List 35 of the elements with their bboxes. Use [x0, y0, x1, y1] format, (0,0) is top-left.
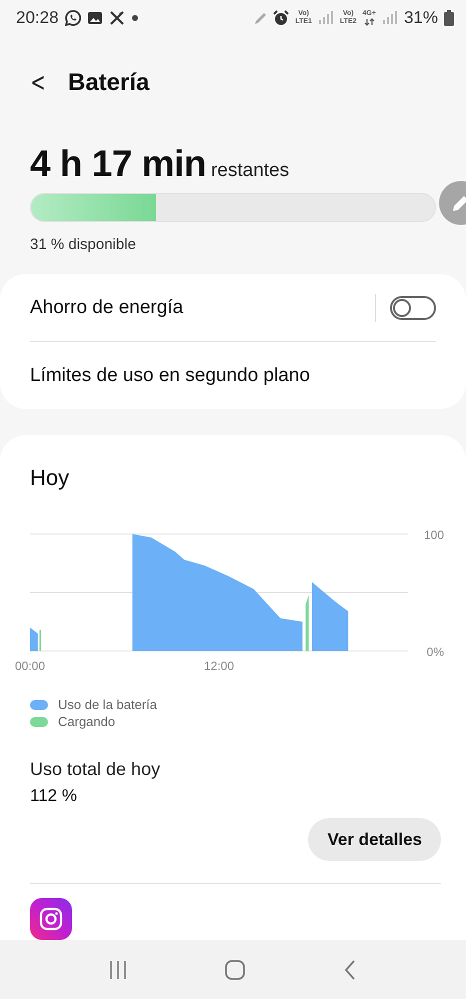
- battery-percent: 31%: [404, 8, 438, 28]
- status-time: 20:28: [16, 8, 59, 28]
- axis-label: 100: [424, 528, 444, 542]
- legend-label: Uso de la batería: [58, 697, 158, 712]
- axis-label: 12:00: [204, 659, 234, 673]
- details-button[interactable]: Ver detalles: [308, 818, 441, 861]
- data-arrows-icon: [364, 18, 375, 26]
- axis-label: 00:00: [14, 659, 46, 673]
- available-label: 31 % disponible: [30, 236, 137, 254]
- settings-item[interactable]: Límites de uso en segundo plano: [30, 341, 436, 409]
- settings-item[interactable]: Ahorro de energía: [30, 274, 436, 341]
- time-remaining: 4 h 17 min: [30, 143, 206, 186]
- page-title: Batería: [68, 68, 150, 97]
- home-icon: [225, 960, 245, 980]
- setting-label: Límites de uso en segundo plano: [30, 364, 311, 386]
- camera-icon: [39, 907, 63, 931]
- image-icon: [86, 10, 103, 26]
- signal-icon: [318, 10, 334, 26]
- signal-icon: [382, 10, 398, 26]
- back-button[interactable]: <: [30, 68, 46, 98]
- total-label: Uso total de hoy: [30, 759, 162, 780]
- battery-icon: [444, 10, 454, 26]
- back-icon: [343, 958, 357, 980]
- section-title: Hoy: [30, 465, 70, 491]
- legend-label: Cargando: [58, 714, 116, 729]
- chat-icon: [64, 10, 81, 26]
- remaining-label: restantes: [210, 160, 290, 182]
- setting-label: Ahorro de energía: [30, 296, 184, 318]
- axis-label: 0%: [426, 645, 444, 659]
- recents-icon: [109, 958, 127, 980]
- tools-icon: [108, 10, 125, 26]
- dot-icon: [130, 14, 139, 22]
- toggle-switch[interactable]: [390, 296, 436, 320]
- total-value: 112 %: [30, 786, 78, 806]
- alarm-icon: [273, 10, 290, 26]
